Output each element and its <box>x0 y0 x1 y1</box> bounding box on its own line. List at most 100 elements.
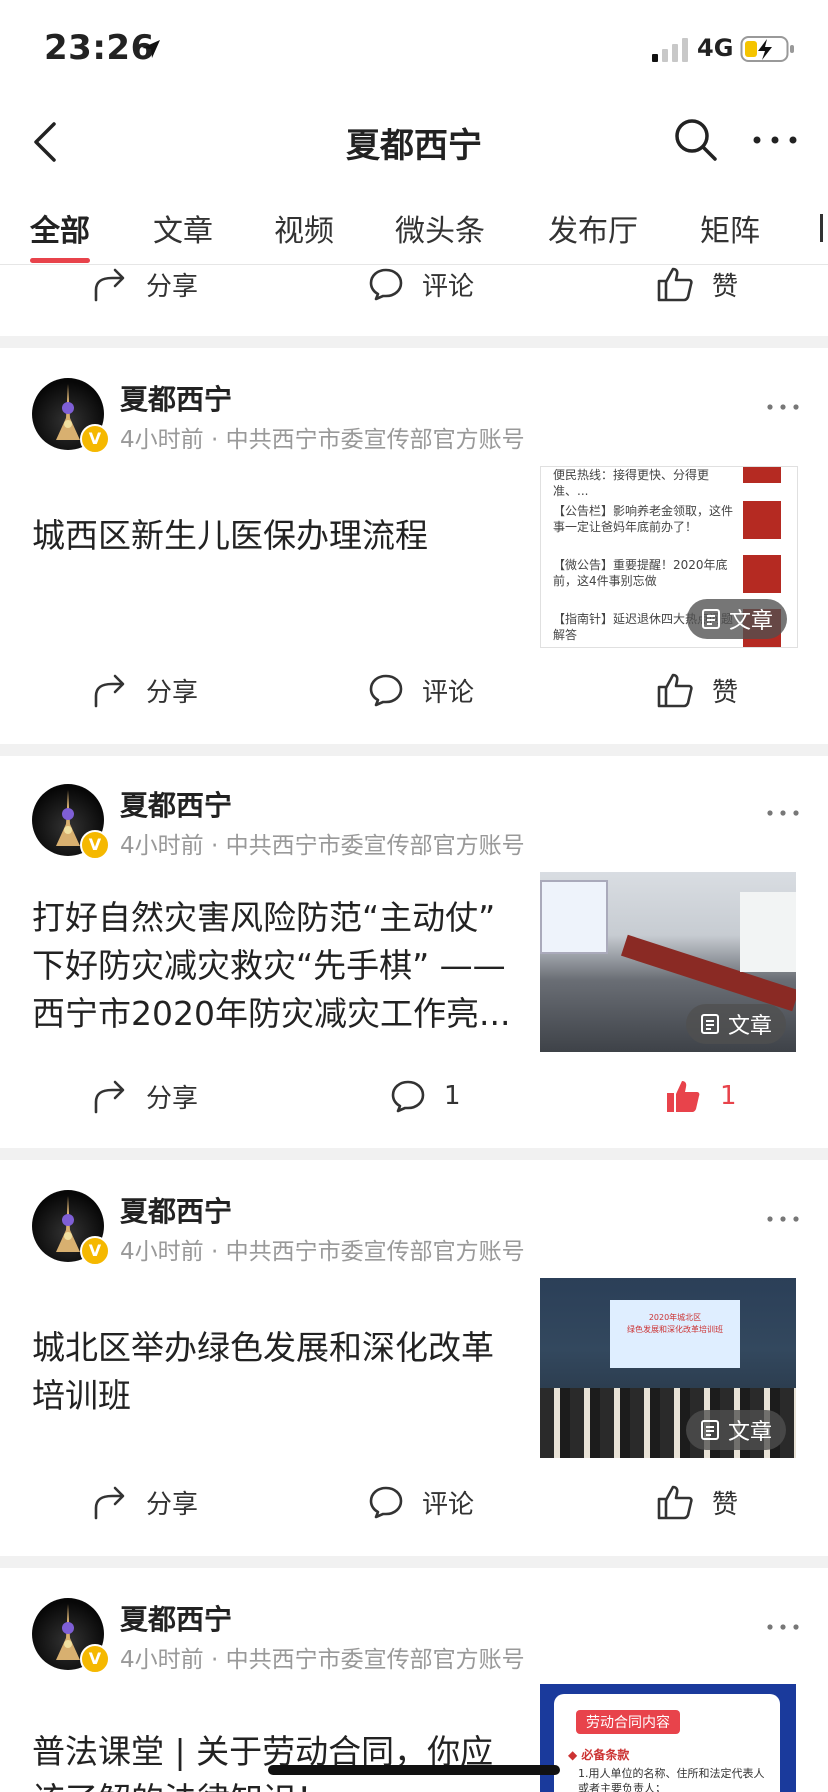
more-options-icon[interactable] <box>766 1214 800 1224</box>
article-type-badge: 文章 <box>685 1410 786 1450</box>
thumbs-up-icon <box>657 267 693 302</box>
share-icon <box>94 674 125 708</box>
thumbs-up-icon <box>657 673 693 708</box>
action-row: 分享 评论 赞 <box>0 650 828 730</box>
author-name[interactable]: 夏都西宁 <box>120 1190 232 1230</box>
avatar[interactable]: V <box>32 378 110 454</box>
share-button[interactable]: 分享 <box>92 1056 198 1136</box>
comment-icon <box>369 1486 403 1519</box>
share-icon <box>94 268 125 302</box>
comment-icon <box>369 268 403 301</box>
thumb-block <box>743 555 781 593</box>
like-label: 赞 <box>712 271 739 302</box>
article-thumbnail[interactable]: 2020年城北区 绿色发展和深化改革培训班 文章 <box>540 1278 796 1458</box>
thumb-line: 便民热线：接得更快、分得更准、... <box>553 468 710 498</box>
more-options-icon[interactable] <box>766 808 800 818</box>
document-icon <box>700 1014 719 1034</box>
thumb-line: 1.用人单位的名称、住所和法定代表人或者主要负责人； <box>578 1767 765 1792</box>
status-time: 23:26 <box>44 28 155 68</box>
action-row: 分享 1 1 <box>0 1056 828 1136</box>
thumb-block <box>743 501 781 539</box>
article-headline[interactable]: 普法课堂 | 关于劳动合同，你应该了解的法律知识！ <box>32 1728 522 1792</box>
section-divider <box>0 1556 828 1568</box>
search-icon[interactable] <box>672 116 720 164</box>
article-thumbnail[interactable]: 劳动合同内容 ◆ 必备条款 1.用人单位的名称、住所和法定代表人或者主要负责人； <box>540 1684 796 1792</box>
share-label: 分享 <box>146 1083 199 1114</box>
section-divider <box>0 1148 828 1160</box>
feed-card[interactable]: V 夏都西宁 4小时前 · 中共西宁市委宣传部官方账号 打好自然灾害风险防范“主… <box>0 756 828 1148</box>
like-button[interactable]: 赞 <box>656 650 738 730</box>
feed-card[interactable]: V 夏都西宁 4小时前 · 中共西宁市委宣传部官方账号 城北区举办绿色发展和深化… <box>0 1160 828 1556</box>
avatar[interactable]: V <box>32 1190 110 1266</box>
action-row: 分享 评论 赞 <box>0 244 828 324</box>
like-button[interactable]: 1 <box>664 1056 737 1136</box>
badge-label: 文章 <box>727 1420 772 1445</box>
article-headline[interactable]: 城北区举办绿色发展和深化改革培训班 <box>32 1324 522 1420</box>
location-arrow-icon <box>142 40 160 58</box>
home-indicator[interactable] <box>268 1765 560 1775</box>
screen-text: 2020年城北区 <box>648 1313 702 1322</box>
author-name[interactable]: 夏都西宁 <box>120 784 232 824</box>
thumb-block <box>743 467 781 483</box>
thumb-line: 【公告栏】影响养老金领取，这件事一定让爸妈年底前办了！ <box>553 504 734 534</box>
comment-count: 1 <box>444 1081 461 1111</box>
more-options-icon[interactable] <box>766 402 800 412</box>
avatar[interactable]: V <box>32 784 110 860</box>
verified-badge-icon: V <box>80 424 110 454</box>
post-meta: 4小时前 · 中共西宁市委宣传部官方账号 <box>120 833 525 859</box>
feed-card[interactable]: V 夏都西宁 4小时前 · 中共西宁市委宣传部官方账号 普法课堂 | 关于劳动合… <box>0 1568 828 1792</box>
thumb-line: 【微公告】重要提醒！2020年底前，这4件事别忘做 <box>553 558 728 588</box>
badge-label: 文章 <box>728 609 773 634</box>
window <box>740 892 796 972</box>
document-icon <box>701 609 720 629</box>
thumb-line: ◆ 必备条款 <box>568 1748 630 1762</box>
verified-badge-icon: V <box>80 830 110 860</box>
share-icon <box>94 1080 125 1114</box>
like-button[interactable]: 赞 <box>656 244 738 324</box>
thumb-title: 劳动合同内容 <box>576 1710 680 1734</box>
post-meta: 4小时前 · 中共西宁市委宣传部官方账号 <box>120 1239 525 1265</box>
like-count: 1 <box>720 1081 737 1111</box>
post-meta: 4小时前 · 中共西宁市委宣传部官方账号 <box>120 427 525 453</box>
comment-icon <box>369 674 403 707</box>
share-label: 分享 <box>146 1489 199 1520</box>
avatar[interactable]: V <box>32 1598 110 1674</box>
comment-label: 评论 <box>422 1489 475 1520</box>
share-label: 分享 <box>146 677 199 708</box>
comment-label: 评论 <box>422 677 475 708</box>
feed-card[interactable]: V 夏都西宁 4小时前 · 中共西宁市委宣传部官方账号 城西区新生儿医保办理流程… <box>0 348 828 744</box>
comment-button[interactable]: 评论 <box>368 244 474 324</box>
comment-button[interactable]: 评论 <box>368 1462 474 1542</box>
share-button[interactable]: 分享 <box>92 650 198 730</box>
article-type-badge: 文章 <box>685 1004 786 1044</box>
comment-button[interactable]: 评论 <box>368 650 474 730</box>
article-thumbnail[interactable]: 便民热线：接得更快、分得更准、... 【公告栏】影响养老金领取，这件事一定让爸妈… <box>540 466 798 648</box>
more-options-icon[interactable] <box>752 128 798 152</box>
author-name[interactable]: 夏都西宁 <box>120 378 232 418</box>
screen-text: 绿色发展和深化改革培训班 <box>627 1325 723 1334</box>
thumbs-up-icon <box>657 1485 693 1520</box>
like-label: 赞 <box>712 1489 739 1520</box>
article-headline[interactable]: 打好自然灾害风险防范“主动仗” 下好防灾减灾救灾“先手棋” ——西宁市2020年… <box>32 894 522 1038</box>
signal-strength-icon <box>652 38 688 62</box>
status-bar: 23:26 4G <box>0 0 828 100</box>
like-button[interactable]: 赞 <box>656 1462 738 1542</box>
share-icon <box>94 1486 125 1520</box>
battery-charging-icon <box>740 36 794 62</box>
thumbs-up-filled-icon <box>667 1081 700 1112</box>
projection-screen <box>540 880 608 954</box>
article-thumbnail[interactable]: 文章 <box>540 872 796 1052</box>
comment-button[interactable]: 1 <box>390 1056 461 1136</box>
stage-screen: 2020年城北区 绿色发展和深化改革培训班 <box>610 1300 740 1368</box>
action-row: 分享 评论 赞 <box>0 1462 828 1542</box>
author-name[interactable]: 夏都西宁 <box>120 1598 232 1638</box>
article-headline[interactable]: 城西区新生儿医保办理流程 <box>32 512 522 560</box>
more-options-icon[interactable] <box>766 1622 800 1632</box>
post-meta: 4小时前 · 中共西宁市委宣传部官方账号 <box>120 1647 525 1673</box>
article-type-badge: 文章 <box>686 599 787 639</box>
section-divider <box>0 336 828 348</box>
share-button[interactable]: 分享 <box>92 244 198 324</box>
share-label: 分享 <box>146 271 199 302</box>
badge-label: 文章 <box>727 1014 772 1039</box>
share-button[interactable]: 分享 <box>92 1462 198 1542</box>
